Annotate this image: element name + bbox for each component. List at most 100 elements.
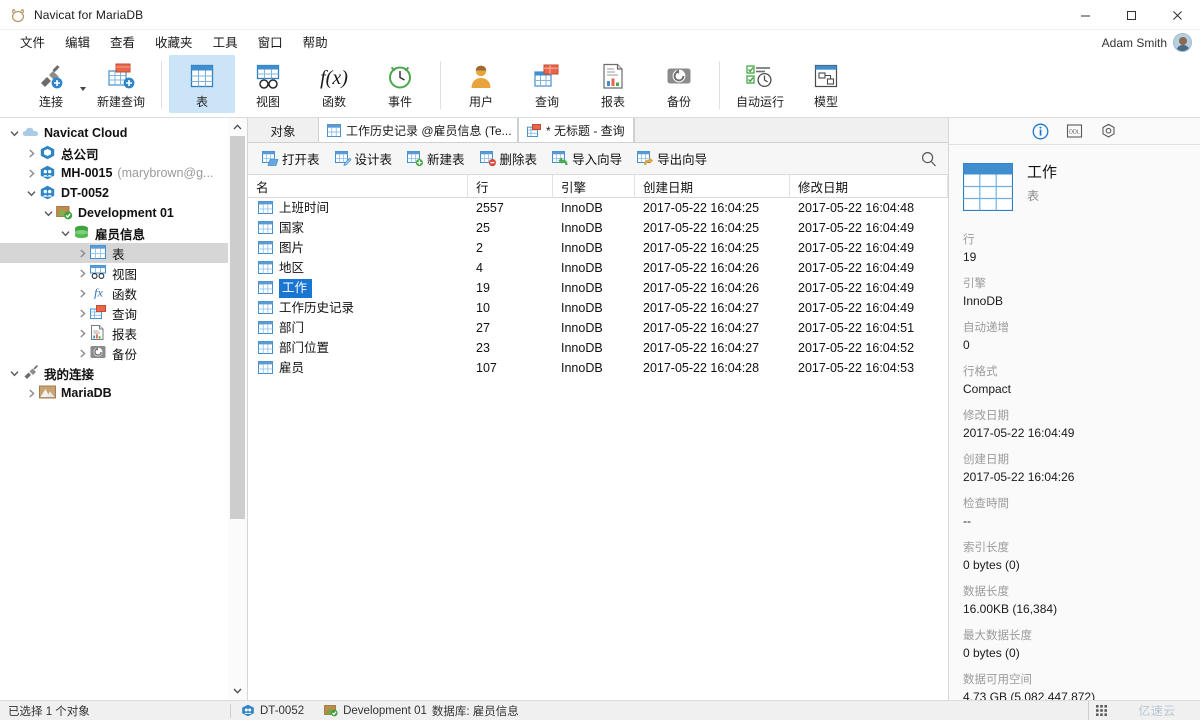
property-label: 行 [963, 234, 975, 246]
chevron-right-icon[interactable] [23, 143, 39, 163]
toolbar-button-report[interactable]: 报表 [580, 55, 646, 113]
maximize-button[interactable] [1108, 0, 1154, 30]
table-row[interactable]: 工作历史记录 10 InnoDB 2017-05-22 16:04:27 2017-05… [248, 298, 948, 318]
tree-node-backup-icon[interactable]: 备份 [0, 343, 247, 363]
cell-name: 工作 [248, 278, 468, 298]
menu-view[interactable]: 查看 [100, 32, 145, 54]
chevron-right-icon[interactable] [74, 263, 90, 283]
menu-window[interactable]: 窗口 [248, 32, 293, 54]
chevron-down-icon[interactable] [80, 87, 86, 91]
tree-node-function-icon[interactable]: fx 函数 [0, 283, 247, 303]
toolbar-button-backup[interactable]: 备份 [646, 55, 712, 113]
table-row[interactable]: 上班时间 2557 InnoDB 2017-05-22 16:04:25 2017-05… [248, 198, 948, 218]
table-row[interactable]: 工作 19 InnoDB 2017-05-22 16:04:26 2017-05-22 … [248, 278, 948, 298]
tree-node-label: 查询 [112, 307, 138, 322]
scroll-up-arrow[interactable] [228, 118, 247, 136]
chevron-right-icon[interactable] [74, 243, 90, 263]
cell-created: 2017-05-22 16:04:27 [643, 301, 760, 315]
grid-view-icon[interactable] [1088, 701, 1114, 720]
scroll-down-arrow[interactable] [228, 682, 247, 700]
action-open-table[interactable]: 打开表 [256, 146, 326, 171]
table-row[interactable]: 地区 4 InnoDB 2017-05-22 16:04:26 2017-05-22 1… [248, 258, 948, 278]
tree-node-cloud-icon[interactable]: Navicat Cloud [0, 123, 247, 143]
menu-favorites[interactable]: 收藏夹 [145, 32, 203, 54]
action-export-wizard[interactable]: 导出向导 [631, 146, 713, 171]
toolbar-button-function[interactable]: f(x) 函数 [301, 55, 367, 113]
avatar [1173, 33, 1192, 52]
toolbar-button-query[interactable]: 查询 [514, 55, 580, 113]
tab-untitled-query[interactable]: * 无标题 - 查询 [518, 118, 634, 142]
chevron-right-icon[interactable] [74, 343, 90, 363]
menu-edit[interactable]: 编辑 [55, 32, 100, 54]
toolbar-button-user[interactable]: 用户 [448, 55, 514, 113]
tree-scroll-track[interactable] [228, 136, 247, 682]
chevron-down-icon[interactable] [57, 223, 73, 243]
chevron-down-icon[interactable] [6, 363, 22, 383]
chevron-right-icon[interactable] [74, 303, 90, 323]
chevron-down-icon[interactable] [6, 123, 22, 143]
chevron-right-icon[interactable] [74, 323, 90, 343]
info-pane: DDL 工作 表 行 19 引擎 InnoDB 自动递增 0 行格式 Compa… [948, 118, 1200, 704]
table-row[interactable]: 部门 27 InnoDB 2017-05-22 16:04:27 2017-05-22 … [248, 318, 948, 338]
status-database-label: 数据库: 雇员信息 [431, 705, 519, 718]
toolbar-button-view[interactable]: 视图 [235, 55, 301, 113]
action-import-wizard[interactable]: 导入向导 [546, 146, 628, 171]
column-header[interactable]: 引擎 [553, 174, 635, 198]
tree-node-table-icon[interactable]: 表 [0, 243, 247, 263]
chevron-down-icon[interactable] [23, 183, 39, 203]
info-icon[interactable] [1031, 121, 1051, 141]
search-icon[interactable] [920, 150, 938, 168]
tab-table-history[interactable]: 工作历史记录 @雇员信息 (Te... [318, 118, 518, 142]
query-icon [530, 61, 564, 91]
object-settings-icon[interactable] [1099, 121, 1119, 141]
table-row[interactable]: 雇员 107 InnoDB 2017-05-22 16:04:28 2017-05-22… [248, 358, 948, 378]
table-name: 部门位置 [279, 341, 330, 355]
ddl-icon[interactable]: DDL [1065, 121, 1085, 141]
new-table-icon [407, 151, 424, 167]
table-row[interactable]: 部门位置 23 InnoDB 2017-05-22 16:04:27 2017-05-2… [248, 338, 948, 358]
tree-node-project-icon[interactable]: 总公司 [0, 143, 247, 163]
toolbar-button-model[interactable]: 模型 [793, 55, 859, 113]
menu-tools[interactable]: 工具 [203, 32, 248, 54]
table-row[interactable]: 国家 25 InnoDB 2017-05-22 16:04:25 2017-05-22 … [248, 218, 948, 238]
tree-node-label: DT-0052 [61, 186, 109, 200]
tree-node-report-icon[interactable]: 报表 [0, 323, 247, 343]
tree-node-team-icon[interactable]: DT-0052 [0, 183, 247, 203]
chevron-down-icon[interactable] [40, 203, 56, 223]
close-button[interactable] [1154, 0, 1200, 30]
tree-scroll-thumb[interactable] [230, 136, 245, 519]
tree-node-view-icon[interactable]: 视图 [0, 263, 247, 283]
objects-tab-label[interactable]: 对象 [248, 118, 318, 142]
menu-file[interactable]: 文件 [10, 32, 55, 54]
toolbar-button-event[interactable]: 事件 [367, 55, 433, 113]
user-account[interactable]: Adam Smith [1102, 30, 1192, 55]
tree-node-myconn-icon[interactable]: 我的连接 [0, 363, 247, 383]
property-row: 自动递增 0 [963, 321, 1200, 353]
tree-node-query-icon[interactable]: 查询 [0, 303, 247, 323]
menu-help[interactable]: 帮助 [293, 32, 338, 54]
toolbar-button-connection[interactable]: 连接 [14, 55, 88, 113]
chevron-right-icon[interactable] [74, 283, 90, 303]
minimize-button[interactable] [1062, 0, 1108, 30]
tree-node-connection-green-icon[interactable]: Development 01 [0, 203, 247, 223]
table-row[interactable]: 图片 2 InnoDB 2017-05-22 16:04:25 2017-05-22 1… [248, 238, 948, 258]
toolbar-button-automation[interactable]: 自动运行 [727, 55, 793, 113]
property-row: 数据长度 16.00KB (16,384) [963, 585, 1200, 617]
tree-scrollbar[interactable] [228, 118, 247, 700]
toolbar-button-label: 新建查询 [96, 95, 145, 109]
action-design-table[interactable]: 设计表 [329, 146, 399, 171]
column-header[interactable]: 创建日期 [635, 174, 790, 198]
toolbar-button-table[interactable]: 表 [169, 55, 235, 113]
tree-node-database-icon[interactable]: 雇员信息 [0, 223, 247, 243]
toolbar-button-new-query[interactable]: 新建查询 [88, 55, 154, 113]
import-wizard-icon [552, 151, 568, 166]
tree-node-team-icon[interactable]: MH-0015 (marybrown@g... [0, 163, 247, 183]
tree-node-mariadb-icon[interactable]: MariaDB [0, 383, 247, 403]
column-header[interactable]: 名 [248, 174, 468, 198]
chevron-right-icon[interactable] [23, 383, 39, 403]
column-header[interactable]: 修改日期 [790, 174, 948, 198]
action-new-table[interactable]: 新建表 [401, 146, 471, 171]
chevron-right-icon[interactable] [23, 163, 39, 183]
action-delete-table[interactable]: 删除表 [474, 146, 544, 171]
column-header[interactable]: 行 [468, 174, 553, 198]
